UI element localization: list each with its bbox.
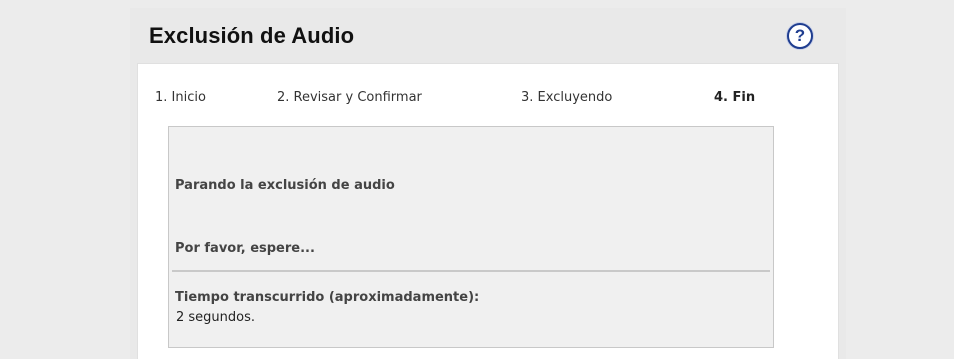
status-panel: Parando la exclusión de audio Por favor,… (168, 126, 774, 348)
dialog-content: 1. Inicio 2. Revisar y Confirmar 3. Excl… (137, 63, 839, 359)
status-message: Parando la exclusión de audio (175, 178, 395, 193)
audio-exclusion-dialog: Exclusión de Audio ? 1. Inicio 2. Revisa… (130, 8, 846, 359)
wait-message: Por favor, espere... (175, 241, 315, 256)
step-end-active: 4. Fin (714, 90, 756, 105)
step-review-confirm: 2. Revisar y Confirmar (277, 90, 422, 105)
wizard-steps: 1. Inicio 2. Revisar y Confirmar 3. Excl… (138, 90, 838, 110)
elapsed-time-label: Tiempo transcurrido (aproximadamente): (175, 290, 480, 305)
elapsed-time-value: 2 segundos. (176, 310, 256, 325)
help-icon[interactable]: ? (787, 23, 813, 49)
step-excluding: 3. Excluyendo (521, 90, 613, 105)
step-start: 1. Inicio (155, 90, 206, 105)
dialog-title: Exclusión de Audio (149, 23, 355, 48)
panel-divider (172, 270, 770, 272)
page: Exclusión de Audio ? 1. Inicio 2. Revisa… (0, 0, 954, 359)
